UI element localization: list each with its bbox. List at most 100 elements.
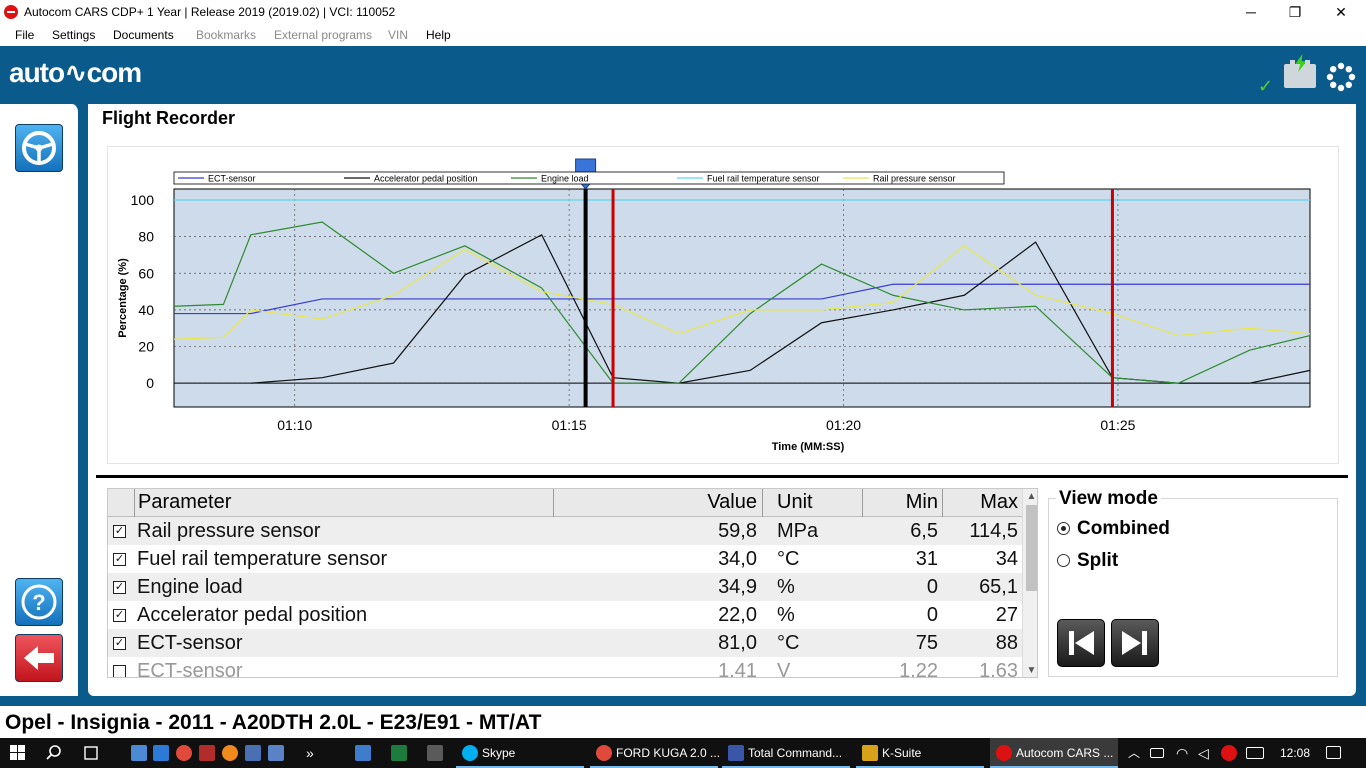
x-tick-label: 01:20: [826, 417, 861, 433]
row-checkbox[interactable]: ✓: [113, 553, 126, 566]
table-row[interactable]: ✓ Accelerator pedal position 22,0% 0 27: [108, 601, 1022, 629]
restore-button[interactable]: ❐: [1272, 0, 1318, 24]
floppy-icon[interactable]: [245, 745, 261, 761]
app-icon[interactable]: [268, 745, 284, 761]
row-checkbox[interactable]: ✓: [113, 525, 126, 538]
connection-button[interactable]: [15, 124, 63, 172]
table-row[interactable]: ✓ Engine load 34,9% 0 65,1: [108, 573, 1022, 601]
flight-recorder-chart: 0 20 40 60 80 100 01:10 01:15 01:20 01:25 Time (MM…: [107, 146, 1339, 464]
firefox-icon[interactable]: [222, 745, 238, 761]
chrome-icon[interactable]: [176, 745, 192, 761]
skip-previous-button[interactable]: [1057, 619, 1105, 667]
header-unit[interactable]: Unit: [762, 489, 862, 517]
battery-icon[interactable]: [1284, 54, 1316, 88]
header-value[interactable]: Value: [553, 489, 762, 517]
menu-help[interactable]: Help: [426, 28, 451, 42]
cell-max: 1,63: [979, 660, 1018, 678]
cell-value: 34,9: [718, 576, 757, 598]
search-icon[interactable]: [46, 745, 62, 761]
skype-icon: [462, 745, 478, 761]
mail-icon[interactable]: [153, 745, 169, 761]
split-radio[interactable]: [1057, 554, 1070, 567]
split-label[interactable]: Split: [1077, 550, 1118, 572]
task-view-icon[interactable]: [82, 745, 100, 761]
skip-next-button[interactable]: [1111, 619, 1159, 667]
header-max[interactable]: Max: [942, 489, 1022, 517]
table-row[interactable]: ✓ Fuel rail temperature sensor 34,0 °C 31 34: [108, 545, 1022, 573]
network-tool-icon[interactable]: [355, 745, 371, 761]
help-button[interactable]: ?: [15, 578, 63, 626]
explorer-icon[interactable]: [131, 745, 147, 761]
volume-icon[interactable]: ◁: [1198, 738, 1209, 768]
cell-min: 6,5: [910, 520, 938, 542]
taskbar-totalcmd[interactable]: Total Command...: [722, 738, 850, 768]
title-bar: Autocom CARS CDP+ 1 Year | Release 2019 …: [0, 0, 1366, 24]
taskbar-overflow[interactable]: »: [306, 738, 314, 768]
scroll-thumb[interactable]: [1026, 505, 1037, 591]
wifi-icon[interactable]: ◠: [1176, 738, 1188, 768]
cell-parameter: Engine load: [137, 576, 243, 598]
excel-icon[interactable]: [391, 745, 407, 761]
clock[interactable]: 12:08: [1280, 738, 1310, 768]
autocom-logo: auto∿com: [9, 57, 142, 88]
tray-autocom-icon[interactable]: [1221, 745, 1237, 761]
table-scrollbar[interactable]: ▲ ▼: [1022, 489, 1037, 677]
windows-start-icon[interactable]: [10, 745, 26, 761]
cell-parameter: Rail pressure sensor: [137, 520, 321, 542]
left-sidebar: ?: [0, 104, 80, 696]
taskbar-ksuite[interactable]: K-Suite: [856, 738, 984, 768]
menu-vin[interactable]: VIN: [388, 28, 408, 42]
header-min[interactable]: Min: [862, 489, 942, 517]
tool-icon[interactable]: [199, 745, 215, 761]
chart-svg: 0 20 40 60 80 100 01:10 01:15 01:20 01:25 Time (MM…: [117, 158, 1311, 453]
scroll-up-icon[interactable]: ▲: [1023, 489, 1037, 505]
notifications-icon[interactable]: [1326, 746, 1341, 759]
table-row[interactable]: ✓ Rail pressure sensor 59,8 MPa 6,5 114,5: [108, 517, 1022, 545]
cell-unit: °C: [777, 632, 800, 654]
close-button[interactable]: ✕: [1318, 0, 1364, 24]
menu-documents[interactable]: Documents: [113, 28, 174, 42]
window-title: Autocom CARS CDP+ 1 Year | Release 2019 …: [24, 5, 396, 19]
tray-chevron-icon[interactable]: ︿: [1128, 738, 1140, 768]
taskbar-skype[interactable]: Skype: [456, 738, 584, 768]
minimize-button[interactable]: ─: [1228, 0, 1274, 24]
scroll-down-icon[interactable]: ▼: [1023, 663, 1037, 677]
cell-min: 0: [926, 604, 938, 626]
x-axis-title: Time (MM:SS): [772, 441, 845, 453]
spinner-icon[interactable]: [1326, 62, 1356, 92]
menu-bookmarks[interactable]: Bookmarks: [196, 28, 256, 42]
tray-battery-icon[interactable]: [1150, 748, 1164, 758]
cell-min: 31: [915, 548, 938, 570]
legend-entry: Fuel rail temperature sensor: [707, 174, 820, 184]
keyboard-icon[interactable]: [1246, 747, 1264, 759]
y-tick-label: 40: [138, 302, 154, 318]
cell-unit: %: [777, 604, 795, 626]
taskbar-chrome[interactable]: FORD KUGA 2.0 ...: [590, 738, 720, 768]
row-checkbox[interactable]: ✓: [113, 581, 126, 594]
header-parameter[interactable]: Parameter: [134, 489, 553, 517]
table-header: Parameter Value Unit Min Max: [108, 489, 1022, 517]
cell-value: 59,8: [718, 520, 757, 542]
cell-min: 75: [915, 632, 938, 654]
row-checkbox[interactable]: ✓: [113, 609, 126, 622]
combined-radio[interactable]: [1057, 522, 1070, 535]
menu-settings[interactable]: Settings: [52, 28, 95, 42]
x-tick-label: 01:10: [277, 417, 312, 433]
calculator-icon[interactable]: [427, 745, 443, 761]
row-checkbox[interactable]: [113, 665, 126, 677]
table-row[interactable]: ECT-sensor 1,41 V 1,22 1,63: [108, 657, 1022, 678]
x-tick-label: 01:15: [552, 417, 587, 433]
app-header: auto∿com ✓: [0, 46, 1366, 104]
panel-divider[interactable]: [96, 475, 1348, 478]
taskbar-skype-label: Skype: [482, 746, 516, 760]
back-button[interactable]: [15, 634, 63, 682]
menu-external-programs[interactable]: External programs: [274, 28, 372, 42]
taskbar-autocom[interactable]: Autocom CARS ...: [990, 738, 1118, 768]
combined-label[interactable]: Combined: [1077, 518, 1170, 540]
y-tick-label: 0: [146, 375, 154, 391]
table-row[interactable]: ✓ ECT-sensor 81,0 °C 75 88: [108, 629, 1022, 657]
menu-file[interactable]: File: [15, 28, 34, 42]
arrow-left-icon: [24, 646, 54, 670]
checkmark-icon: ✓: [1258, 76, 1274, 96]
row-checkbox[interactable]: ✓: [113, 637, 126, 650]
